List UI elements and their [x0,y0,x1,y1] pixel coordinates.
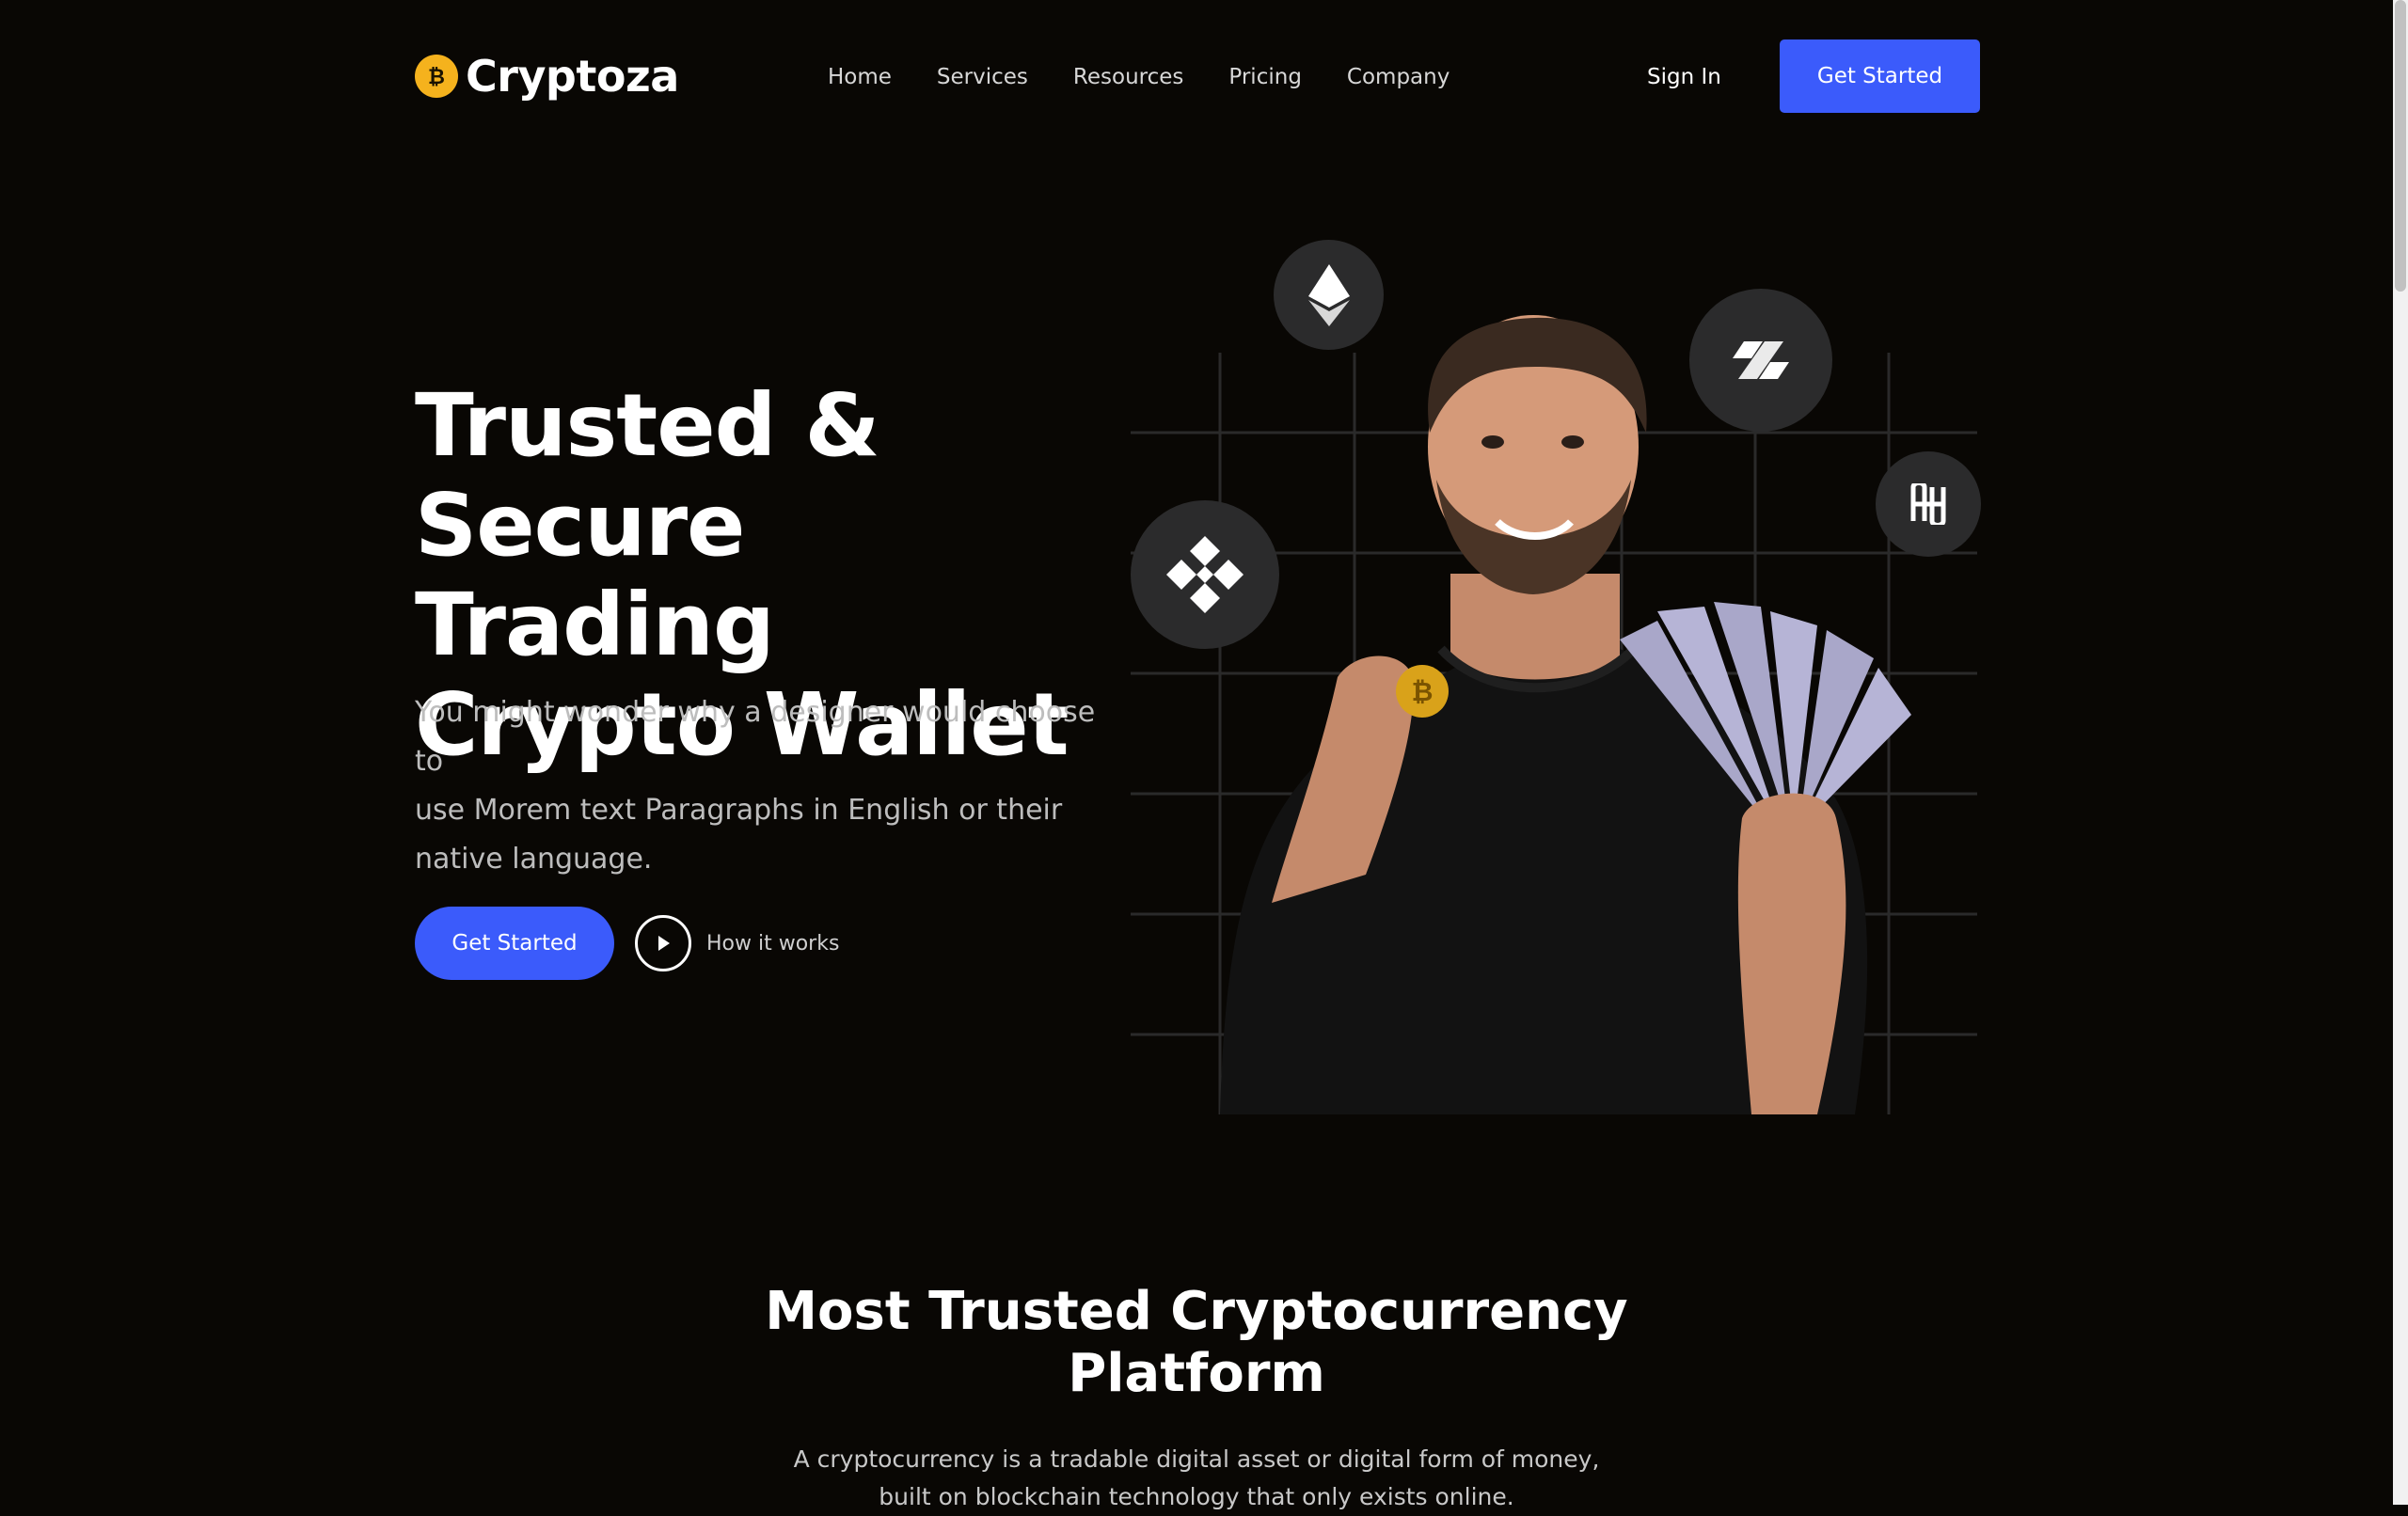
how-it-works-button[interactable]: How it works [635,914,839,972]
section-title-line: Platform [1068,1343,1325,1404]
ethereum-icon [1274,240,1384,350]
hero-subtitle-line: use Morem text Paragraphs in English or … [415,794,1063,827]
nav-item-services[interactable]: Services [937,58,1028,96]
hero-subtitle-line: native language. [415,843,653,876]
bitcoin-coin-icon: ₿ [415,55,458,98]
nav-item-pricing[interactable]: Pricing [1228,58,1302,96]
harmony-icon [1876,451,1981,557]
hero-illustration: ₿ [1131,235,1981,1114]
main-nav: Home Services Resources Pricing Company [828,58,1450,96]
section-subtitle-line: built on blockchain technology that only… [879,1483,1514,1510]
brand-logo[interactable]: ₿ Cryptoza [415,49,679,103]
man-holding-bitcoin-and-cash-image: ₿ [1220,315,1911,1114]
header-get-started-button[interactable]: Get Started [1780,39,1980,113]
nav-item-resources[interactable]: Resources [1073,58,1183,96]
horizen-icon [1689,289,1832,432]
section-title-line: Most Trusted Cryptocurrency [765,1281,1628,1342]
site-header: ₿ Cryptoza Home Services Resources Prici… [415,39,1980,113]
nav-item-home[interactable]: Home [828,58,892,96]
how-it-works-label: How it works [706,931,840,955]
hero-title-line: Trusted & [415,375,880,476]
hero-subtitle: You might wonder why a designer would ch… [415,688,1101,884]
binance-icon [1131,500,1279,649]
svg-text:₿: ₿ [1412,676,1434,707]
section-title: Most Trusted Cryptocurrency Platform [0,1281,2393,1405]
sign-in-link[interactable]: Sign In [1647,58,1721,96]
page-scrollbar[interactable] [2393,0,2408,1505]
svg-text:₿: ₿ [428,66,445,89]
hero-subtitle-line: You might wonder why a designer would ch… [415,696,1096,778]
scrollbar-thumb[interactable] [2395,0,2406,292]
hero-get-started-button[interactable]: Get Started [415,907,614,980]
play-icon [635,915,691,971]
hero-title-line: Secure Trading [415,475,775,675]
nav-item-company[interactable]: Company [1347,58,1450,96]
section-subtitle: A cryptocurrency is a tradable digital a… [0,1441,2393,1516]
brand-name: Cryptoza [466,51,679,102]
section-subtitle-line: A cryptocurrency is a tradable digital a… [793,1445,1600,1473]
